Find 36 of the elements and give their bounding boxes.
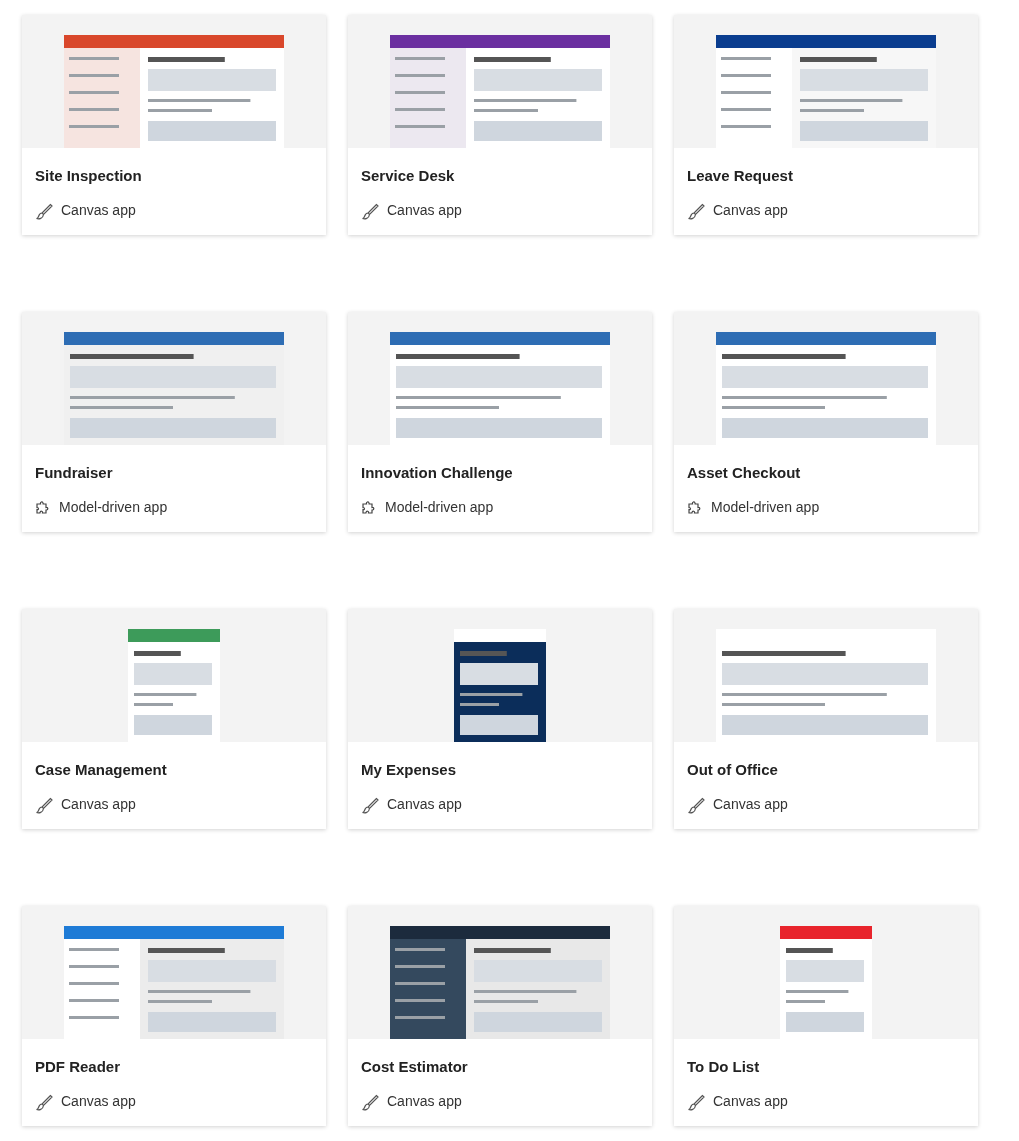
puzzle-icon [35,499,51,516]
app-title: Leave Request [687,166,794,186]
app-type-label: Model-driven app [59,498,168,517]
app-type-label: Model-driven app [711,498,820,517]
app-title: Asset Checkout [687,463,802,483]
app-title: PDF Reader [35,1057,122,1077]
paintbrush-icon [361,795,379,814]
app-title: Out of Office [687,760,779,780]
puzzle-icon [361,499,377,516]
app-type-label: Canvas app [61,1092,136,1111]
puzzle-icon [687,499,703,516]
app-type-label: Canvas app [61,795,136,814]
paintbrush-icon [687,1092,705,1111]
app-type-label: Canvas app [713,795,788,814]
app-title: Innovation Challenge [361,463,514,483]
paintbrush-icon [361,201,379,220]
paintbrush-icon [35,201,53,220]
app-title: My Expenses [361,760,458,780]
app-type-label: Canvas app [713,201,788,220]
app-title: Case Management [35,760,168,780]
app-type-label: Canvas app [61,201,136,220]
app-title: Fundraiser [35,463,114,483]
app-type-label: Canvas app [387,201,462,220]
app-type-label: Canvas app [713,1092,788,1111]
app-type-label: Model-driven app [385,498,494,517]
paintbrush-icon [35,795,53,814]
app-title: Site Inspection [35,166,143,186]
app-title: Cost Estimator [361,1057,469,1077]
app-title: Service Desk [361,166,456,186]
paintbrush-icon [687,201,705,220]
paintbrush-icon [35,1092,53,1111]
paintbrush-icon [687,795,705,814]
app-title: To Do List [687,1057,761,1077]
app-type-label: Canvas app [387,1092,462,1111]
paintbrush-icon [361,1092,379,1111]
app-type-label: Canvas app [387,795,462,814]
